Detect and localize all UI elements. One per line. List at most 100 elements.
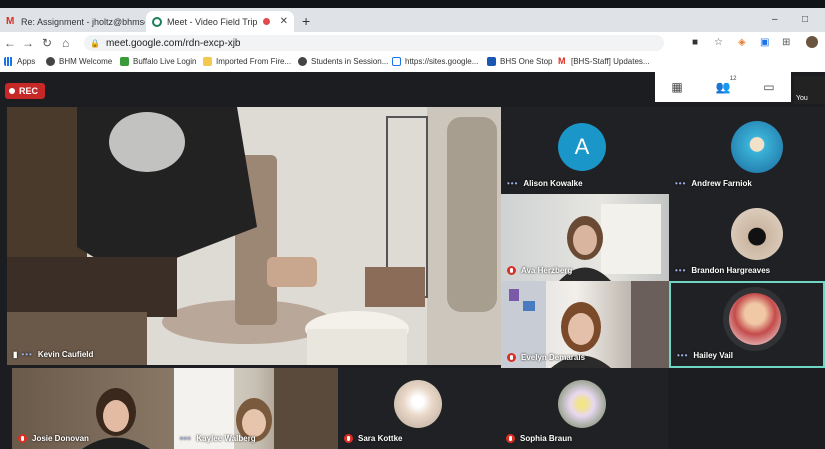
participant-name: Hailey Vail (693, 351, 733, 360)
record-dot-icon (9, 88, 15, 94)
green-square-icon (120, 57, 129, 66)
participant-tile[interactable]: ••• Kaylee Walberg (174, 368, 338, 449)
participant-name-tag: Sara Kottke (344, 434, 402, 443)
star-icon[interactable]: ☆ (714, 37, 723, 48)
bookmark-bhs-staff[interactable]: M [BHS-Staff] Updates... (558, 57, 650, 67)
participant-name: Andrew Farniok (691, 179, 752, 188)
participants-button[interactable]: 👥 12 (715, 76, 737, 94)
participant-name: Ava Herzberg (521, 266, 573, 275)
tab-label: Re: Assignment - jholtz@bhmscl (21, 16, 145, 27)
participant-tile[interactable]: A ••• Alison Kowalke (501, 107, 669, 194)
bookmark-label: Students in Session... (311, 57, 389, 66)
meet-top-toolbar: ▦ 👥 12 ▭ (655, 72, 791, 102)
speaking-indicator-icon: ••• (21, 350, 33, 359)
bookmark-apps[interactable]: Apps (4, 57, 35, 66)
participant-name-tag: Ava Herzberg (507, 266, 572, 275)
bookmark-bhs-one-stop[interactable]: BHS One Stop (487, 57, 552, 66)
layout-grid-icon[interactable]: ▦ (671, 80, 682, 94)
pottery-video-feed (7, 107, 501, 365)
folder-icon (203, 57, 212, 66)
blue-grid-icon (487, 57, 496, 66)
main-speaker-tile[interactable]: ▮ ••• Kevin Caufield (7, 107, 501, 365)
bookmark-sites[interactable]: https://sites.google... (392, 57, 478, 66)
chat-icon[interactable]: ▭ (763, 80, 774, 94)
bookmark-label: Apps (17, 57, 36, 66)
new-tab-button[interactable]: + (302, 13, 310, 29)
close-icon[interactable]: ✕ (276, 16, 288, 27)
tab-strip: M Re: Assignment - jholtz@bhmscl ✕ Meet … (0, 8, 825, 32)
bookmark-label: Buffalo Live Login (133, 57, 197, 66)
participant-name-tag: ••• Kaylee Walberg (180, 434, 256, 443)
extension-icon[interactable]: ◈ (738, 37, 746, 48)
participant-name-tag: ▮ ••• Kevin Caufield (13, 350, 93, 359)
camera-icon[interactable]: ■ (692, 37, 698, 48)
globe-icon (298, 57, 307, 66)
url-field[interactable]: 🔒 meet.google.com/rdn-excp-xjb (84, 35, 664, 51)
bookmark-bhm-welcome[interactable]: BHM Welcome (46, 57, 112, 66)
extension-icon[interactable]: ⊞ (782, 37, 790, 48)
bookmark-label: [BHS-Staff] Updates... (571, 57, 650, 66)
bookmarks-bar: Apps BHM Welcome Buffalo Live Login Impo… (0, 54, 825, 73)
url-text: meet.google.com/rdn-excp-xjb (105, 37, 241, 49)
participant-tile[interactable]: Ava Herzberg (501, 194, 669, 281)
speaking-indicator-icon: ••• (675, 179, 687, 188)
participant-name: Josie Donovan (32, 434, 89, 443)
people-icon: 👥 (715, 80, 731, 94)
participant-tile[interactable]: ••• Andrew Farniok (669, 107, 825, 194)
recording-indicator-icon (262, 18, 270, 25)
home-icon[interactable]: ⌂ (62, 36, 69, 50)
globe-icon (46, 57, 55, 66)
participant-tile[interactable]: Evelyn Demarais (501, 281, 669, 368)
meet-call-area: REC ▦ 👥 12 ▭ You ▮ ••• Kevin Caufield A … (0, 72, 825, 449)
reload-icon[interactable]: ↻ (42, 36, 52, 50)
bookmark-imported[interactable]: Imported From Fire... (203, 57, 291, 66)
maximize-button[interactable]: □ (802, 14, 808, 25)
participant-tile[interactable]: Josie Donovan (12, 368, 174, 449)
pin-icon[interactable]: ▮ (13, 350, 17, 359)
forward-icon[interactable]: → (22, 36, 34, 50)
address-bar: ← → ↻ ⌂ 🔒 meet.google.com/rdn-excp-xjb ■… (0, 32, 825, 54)
speaking-indicator-icon: ••• (677, 351, 689, 360)
lock-icon: 🔒 (90, 38, 100, 48)
participant-name-tag: Josie Donovan (18, 434, 89, 443)
avatar (394, 380, 442, 428)
tab-label: Meet - Video Field Trip (167, 16, 258, 27)
participant-tile-active[interactable]: ••• Hailey Vail (669, 281, 825, 368)
participant-name-tag: ••• Brandon Hargreaves (675, 266, 770, 275)
participant-tile[interactable]: Sophia Braun (500, 368, 668, 449)
muted-mic-icon (344, 434, 353, 443)
participant-name-tag: ••• Alison Kowalke (507, 179, 583, 188)
participant-name: Alison Kowalke (523, 179, 583, 188)
participant-tile[interactable]: Sara Kottke (338, 368, 500, 449)
screen: M Re: Assignment - jholtz@bhmscl ✕ Meet … (0, 0, 825, 449)
self-view[interactable]: You (794, 76, 825, 104)
participant-name: Kaylee Walberg (196, 434, 256, 443)
bookmark-label: https://sites.google... (405, 57, 479, 66)
tab-gmail[interactable]: M Re: Assignment - jholtz@bhmscl ✕ (0, 11, 145, 32)
bookmark-students[interactable]: Students in Session... (298, 57, 388, 66)
self-view-label: You (796, 95, 808, 102)
tab-meet[interactable]: Meet - Video Field Trip ✕ (146, 11, 294, 32)
speaking-indicator-icon: ••• (180, 434, 192, 443)
profile-avatar[interactable] (806, 36, 818, 48)
bookmark-buffalo-live[interactable]: Buffalo Live Login (120, 57, 196, 66)
speaking-indicator-icon: ••• (675, 266, 687, 275)
participant-name-tag: Sophia Braun (506, 434, 572, 443)
minimize-button[interactable]: – (772, 14, 778, 25)
back-icon[interactable]: ← (4, 36, 16, 50)
extension-icon[interactable]: ▣ (760, 37, 769, 48)
speaking-indicator-icon: ••• (507, 179, 519, 188)
participant-name-tag: ••• Andrew Farniok (675, 179, 752, 188)
participant-name-tag: ••• Hailey Vail (677, 351, 733, 360)
gmail-icon: M (6, 15, 15, 27)
participant-name: Sara Kottke (358, 434, 403, 443)
participant-tile[interactable]: ••• Brandon Hargreaves (669, 194, 825, 281)
apps-grid-icon (4, 57, 13, 66)
page-icon (392, 57, 401, 66)
muted-mic-icon (18, 434, 27, 443)
bookmark-label: Imported From Fire... (216, 57, 292, 66)
recording-label: REC (19, 86, 39, 96)
meet-icon (152, 16, 162, 27)
muted-mic-icon (506, 434, 515, 443)
participant-name: Kevin Caufield (37, 350, 94, 359)
